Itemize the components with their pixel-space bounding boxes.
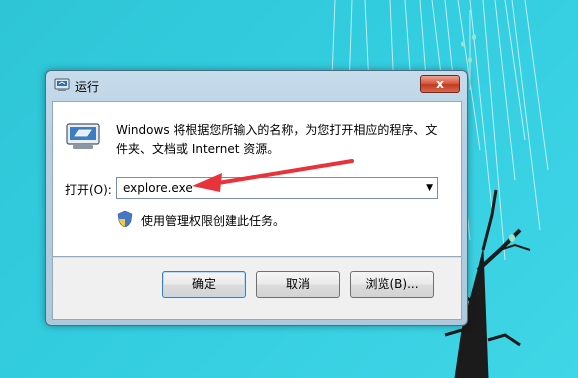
run-dialog: 运行 x Windows 将根据您所输入的名称，为您打开相应的程序、文件夹、文档… (45, 70, 468, 326)
admin-note: 使用管理权限创建此任务。 (141, 214, 286, 228)
open-combobox[interactable]: explore.exe ▼ (116, 177, 438, 199)
ok-button[interactable]: 确定 (162, 271, 246, 298)
title-bar[interactable]: 运行 x (46, 71, 467, 99)
dialog-title: 运行 (75, 80, 100, 94)
run-icon (54, 78, 70, 91)
open-label: 打开(O): (65, 183, 112, 197)
dialog-content: Windows 将根据您所输入的名称，为您打开相应的程序、文件夹、文档或 Int… (52, 101, 462, 257)
run-icon (66, 123, 100, 149)
uac-shield-icon (117, 210, 133, 228)
cancel-button[interactable]: 取消 (256, 271, 340, 298)
chevron-down-icon[interactable]: ▼ (426, 183, 433, 193)
browse-button[interactable]: 浏览(B)... (350, 271, 434, 298)
open-input[interactable]: explore.exe (123, 181, 193, 195)
dialog-description: Windows 将根据您所输入的名称，为您打开相应的程序、文件夹、文档或 Int… (116, 123, 438, 156)
close-button[interactable]: x (420, 75, 460, 93)
